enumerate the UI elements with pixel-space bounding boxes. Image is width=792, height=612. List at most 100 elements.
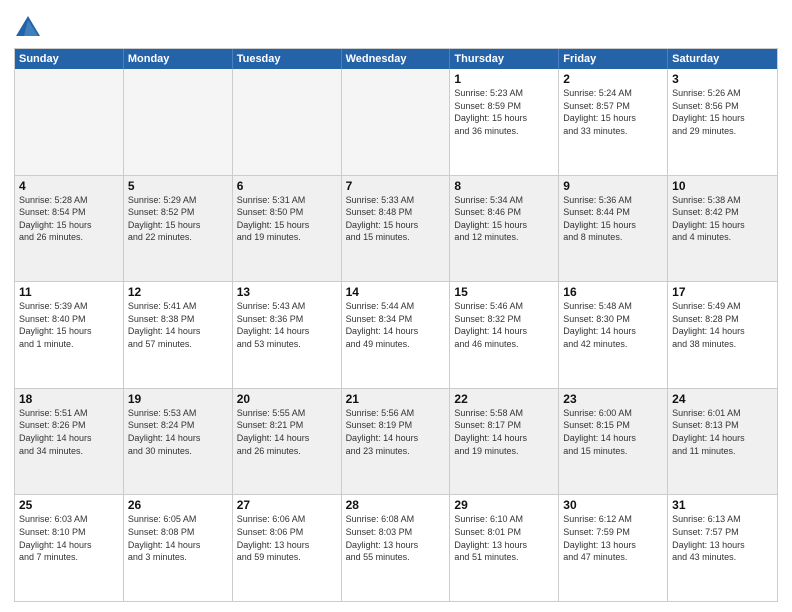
day-info: Sunrise: 5:41 AM Sunset: 8:38 PM Dayligh… <box>128 300 228 350</box>
day-cell-11: 11Sunrise: 5:39 AM Sunset: 8:40 PM Dayli… <box>15 282 124 388</box>
day-number: 7 <box>346 179 446 193</box>
day-info: Sunrise: 5:23 AM Sunset: 8:59 PM Dayligh… <box>454 87 554 137</box>
day-info: Sunrise: 6:10 AM Sunset: 8:01 PM Dayligh… <box>454 513 554 563</box>
day-number: 21 <box>346 392 446 406</box>
day-cell-4: 4Sunrise: 5:28 AM Sunset: 8:54 PM Daylig… <box>15 176 124 282</box>
day-cell-17: 17Sunrise: 5:49 AM Sunset: 8:28 PM Dayli… <box>668 282 777 388</box>
day-number: 18 <box>19 392 119 406</box>
calendar-body: 1Sunrise: 5:23 AM Sunset: 8:59 PM Daylig… <box>15 69 777 601</box>
day-number: 28 <box>346 498 446 512</box>
day-info: Sunrise: 5:34 AM Sunset: 8:46 PM Dayligh… <box>454 194 554 244</box>
calendar-row-2: 4Sunrise: 5:28 AM Sunset: 8:54 PM Daylig… <box>15 175 777 282</box>
calendar: SundayMondayTuesdayWednesdayThursdayFrid… <box>14 48 778 602</box>
day-info: Sunrise: 5:43 AM Sunset: 8:36 PM Dayligh… <box>237 300 337 350</box>
day-number: 15 <box>454 285 554 299</box>
day-info: Sunrise: 6:06 AM Sunset: 8:06 PM Dayligh… <box>237 513 337 563</box>
day-number: 25 <box>19 498 119 512</box>
day-cell-12: 12Sunrise: 5:41 AM Sunset: 8:38 PM Dayli… <box>124 282 233 388</box>
day-number: 12 <box>128 285 228 299</box>
day-number: 10 <box>672 179 773 193</box>
day-info: Sunrise: 5:55 AM Sunset: 8:21 PM Dayligh… <box>237 407 337 457</box>
day-number: 11 <box>19 285 119 299</box>
day-cell-14: 14Sunrise: 5:44 AM Sunset: 8:34 PM Dayli… <box>342 282 451 388</box>
day-cell-2: 2Sunrise: 5:24 AM Sunset: 8:57 PM Daylig… <box>559 69 668 175</box>
day-info: Sunrise: 6:13 AM Sunset: 7:57 PM Dayligh… <box>672 513 773 563</box>
day-info: Sunrise: 5:44 AM Sunset: 8:34 PM Dayligh… <box>346 300 446 350</box>
day-cell-16: 16Sunrise: 5:48 AM Sunset: 8:30 PM Dayli… <box>559 282 668 388</box>
day-cell-30: 30Sunrise: 6:12 AM Sunset: 7:59 PM Dayli… <box>559 495 668 601</box>
day-info: Sunrise: 5:51 AM Sunset: 8:26 PM Dayligh… <box>19 407 119 457</box>
day-info: Sunrise: 5:56 AM Sunset: 8:19 PM Dayligh… <box>346 407 446 457</box>
day-cell-1: 1Sunrise: 5:23 AM Sunset: 8:59 PM Daylig… <box>450 69 559 175</box>
day-cell-9: 9Sunrise: 5:36 AM Sunset: 8:44 PM Daylig… <box>559 176 668 282</box>
day-cell-28: 28Sunrise: 6:08 AM Sunset: 8:03 PM Dayli… <box>342 495 451 601</box>
empty-cell-0-3 <box>342 69 451 175</box>
day-number: 9 <box>563 179 663 193</box>
calendar-row-4: 18Sunrise: 5:51 AM Sunset: 8:26 PM Dayli… <box>15 388 777 495</box>
day-number: 3 <box>672 72 773 86</box>
day-number: 17 <box>672 285 773 299</box>
day-cell-24: 24Sunrise: 6:01 AM Sunset: 8:13 PM Dayli… <box>668 389 777 495</box>
day-number: 6 <box>237 179 337 193</box>
day-info: Sunrise: 5:46 AM Sunset: 8:32 PM Dayligh… <box>454 300 554 350</box>
day-cell-13: 13Sunrise: 5:43 AM Sunset: 8:36 PM Dayli… <box>233 282 342 388</box>
page: SundayMondayTuesdayWednesdayThursdayFrid… <box>0 0 792 612</box>
header <box>14 10 778 42</box>
day-number: 24 <box>672 392 773 406</box>
day-number: 31 <box>672 498 773 512</box>
logo-icon <box>14 14 42 42</box>
day-number: 8 <box>454 179 554 193</box>
header-day-wednesday: Wednesday <box>342 49 451 69</box>
day-info: Sunrise: 5:39 AM Sunset: 8:40 PM Dayligh… <box>19 300 119 350</box>
calendar-row-1: 1Sunrise: 5:23 AM Sunset: 8:59 PM Daylig… <box>15 69 777 175</box>
day-info: Sunrise: 6:08 AM Sunset: 8:03 PM Dayligh… <box>346 513 446 563</box>
day-cell-27: 27Sunrise: 6:06 AM Sunset: 8:06 PM Dayli… <box>233 495 342 601</box>
day-info: Sunrise: 5:53 AM Sunset: 8:24 PM Dayligh… <box>128 407 228 457</box>
day-info: Sunrise: 5:58 AM Sunset: 8:17 PM Dayligh… <box>454 407 554 457</box>
day-number: 16 <box>563 285 663 299</box>
day-cell-15: 15Sunrise: 5:46 AM Sunset: 8:32 PM Dayli… <box>450 282 559 388</box>
day-number: 22 <box>454 392 554 406</box>
empty-cell-0-2 <box>233 69 342 175</box>
day-cell-22: 22Sunrise: 5:58 AM Sunset: 8:17 PM Dayli… <box>450 389 559 495</box>
day-cell-7: 7Sunrise: 5:33 AM Sunset: 8:48 PM Daylig… <box>342 176 451 282</box>
day-cell-29: 29Sunrise: 6:10 AM Sunset: 8:01 PM Dayli… <box>450 495 559 601</box>
day-cell-25: 25Sunrise: 6:03 AM Sunset: 8:10 PM Dayli… <box>15 495 124 601</box>
day-number: 13 <box>237 285 337 299</box>
day-info: Sunrise: 6:05 AM Sunset: 8:08 PM Dayligh… <box>128 513 228 563</box>
day-cell-6: 6Sunrise: 5:31 AM Sunset: 8:50 PM Daylig… <box>233 176 342 282</box>
header-day-monday: Monday <box>124 49 233 69</box>
empty-cell-0-1 <box>124 69 233 175</box>
day-cell-26: 26Sunrise: 6:05 AM Sunset: 8:08 PM Dayli… <box>124 495 233 601</box>
calendar-row-3: 11Sunrise: 5:39 AM Sunset: 8:40 PM Dayli… <box>15 281 777 388</box>
day-number: 5 <box>128 179 228 193</box>
day-number: 29 <box>454 498 554 512</box>
day-info: Sunrise: 5:28 AM Sunset: 8:54 PM Dayligh… <box>19 194 119 244</box>
header-day-tuesday: Tuesday <box>233 49 342 69</box>
day-info: Sunrise: 5:36 AM Sunset: 8:44 PM Dayligh… <box>563 194 663 244</box>
day-number: 27 <box>237 498 337 512</box>
header-day-saturday: Saturday <box>668 49 777 69</box>
header-day-thursday: Thursday <box>450 49 559 69</box>
day-number: 20 <box>237 392 337 406</box>
day-info: Sunrise: 6:03 AM Sunset: 8:10 PM Dayligh… <box>19 513 119 563</box>
logo <box>14 14 46 42</box>
day-info: Sunrise: 6:01 AM Sunset: 8:13 PM Dayligh… <box>672 407 773 457</box>
day-number: 14 <box>346 285 446 299</box>
day-number: 2 <box>563 72 663 86</box>
day-info: Sunrise: 5:24 AM Sunset: 8:57 PM Dayligh… <box>563 87 663 137</box>
day-number: 23 <box>563 392 663 406</box>
day-info: Sunrise: 5:48 AM Sunset: 8:30 PM Dayligh… <box>563 300 663 350</box>
calendar-header: SundayMondayTuesdayWednesdayThursdayFrid… <box>15 49 777 69</box>
calendar-row-5: 25Sunrise: 6:03 AM Sunset: 8:10 PM Dayli… <box>15 494 777 601</box>
day-info: Sunrise: 5:38 AM Sunset: 8:42 PM Dayligh… <box>672 194 773 244</box>
day-info: Sunrise: 5:26 AM Sunset: 8:56 PM Dayligh… <box>672 87 773 137</box>
day-number: 30 <box>563 498 663 512</box>
day-number: 1 <box>454 72 554 86</box>
day-number: 26 <box>128 498 228 512</box>
day-cell-8: 8Sunrise: 5:34 AM Sunset: 8:46 PM Daylig… <box>450 176 559 282</box>
day-cell-18: 18Sunrise: 5:51 AM Sunset: 8:26 PM Dayli… <box>15 389 124 495</box>
header-day-sunday: Sunday <box>15 49 124 69</box>
day-info: Sunrise: 5:31 AM Sunset: 8:50 PM Dayligh… <box>237 194 337 244</box>
day-info: Sunrise: 5:29 AM Sunset: 8:52 PM Dayligh… <box>128 194 228 244</box>
